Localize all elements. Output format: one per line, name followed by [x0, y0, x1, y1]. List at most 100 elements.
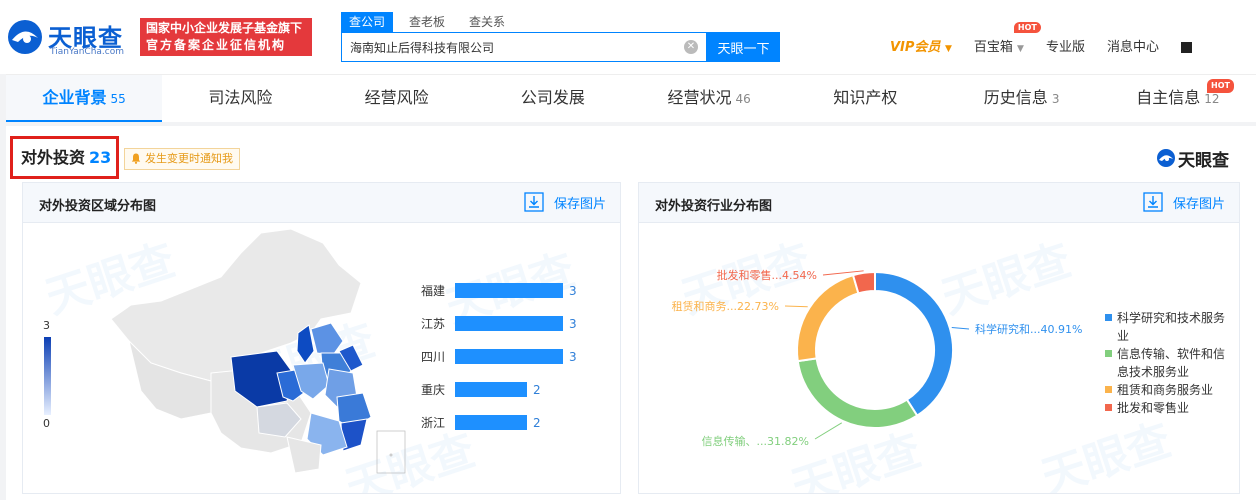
- legend-item-lease[interactable]: 租赁和商务服务业: [1105, 381, 1235, 399]
- region-bar: [455, 415, 527, 430]
- region-label: 福建: [421, 283, 445, 298]
- brand-text: 天眼查: [1178, 151, 1229, 171]
- company-tabs: 企业背景 55 司法风险 经营风险 公司发展 经营状况 46 知识产权 历史信息 3 …: [6, 74, 1256, 122]
- vip-label: VIP会员: [890, 40, 941, 55]
- legend-item-info[interactable]: 信息传输、软件和信息技术服务业: [1105, 345, 1235, 381]
- notify-button[interactable]: 发生变更时通知我: [124, 148, 240, 170]
- search-tab-relation[interactable]: 查关系: [461, 12, 513, 32]
- caret-down-icon: ▼: [944, 44, 952, 54]
- scale-min-label: 0: [43, 417, 50, 430]
- pro-version-link[interactable]: 专业版: [1046, 36, 1085, 55]
- legend-label: 信息传输、软件和信息技术服务业: [1117, 347, 1226, 379]
- top-header: 天眼查 TianYanCha.com 国家中小企业发展子基金旗下 官方备案企业征…: [0, 0, 1256, 74]
- donut-slice: [874, 270, 954, 418]
- investment-section: 对外投资 23 发生变更时通知我 天眼查 对外投资区域分布图 保存图片 天眼查 天…: [6, 126, 1256, 500]
- download-icon: [1143, 192, 1163, 212]
- legend-label: 租赁和商务服务业: [1117, 383, 1214, 397]
- legend-label: 批发和零售业: [1117, 401, 1190, 415]
- section-count: 23: [89, 148, 112, 167]
- region-value: 3: [569, 350, 577, 364]
- search-mode-tabs: 查公司 查老板 查关系: [341, 12, 521, 32]
- tab-label: 知识产权: [833, 88, 898, 107]
- tab-label: 司法风险: [208, 88, 273, 107]
- legend-swatch: [1105, 350, 1112, 357]
- search-tab-company[interactable]: 查公司: [341, 12, 394, 32]
- toolbox-menu[interactable]: 百宝箱 ▼ HOT: [974, 22, 1041, 55]
- save-image-label: 保存图片: [1172, 197, 1225, 212]
- tab-count: 3: [1051, 92, 1060, 106]
- tab-legal-risk[interactable]: 司法风险: [162, 75, 318, 122]
- tab-development[interactable]: 公司发展: [475, 75, 631, 122]
- region-value: 3: [569, 317, 577, 331]
- tab-count: 46: [735, 92, 751, 106]
- banner-line-2: 官方备案企业征信机构: [146, 38, 287, 52]
- message-center-link[interactable]: 消息中心: [1107, 36, 1159, 55]
- region-label: 浙江: [421, 416, 445, 430]
- region-value: 2: [533, 383, 541, 397]
- donut-label-leader: [951, 326, 970, 330]
- download-icon: [524, 192, 544, 212]
- search-input[interactable]: [342, 33, 682, 61]
- region-distribution-panel: 对外投资区域分布图 保存图片 天眼查 天眼查 天眼查 天眼查 3 0 福建 3 …: [22, 182, 621, 494]
- donut-slice-label: 信息传输、...31.82%: [702, 434, 809, 448]
- region-bar-chart: 福建 3 江苏 3 四川 3 重庆 2 浙江 2: [421, 283, 577, 430]
- legend-swatch: [1105, 314, 1112, 321]
- caret-down-icon: ▼: [1017, 44, 1024, 54]
- color-scale: [44, 337, 51, 415]
- search-button[interactable]: 天眼一下: [707, 32, 780, 62]
- legend-swatch: [1105, 386, 1112, 393]
- tab-label: 历史信息: [983, 88, 1048, 107]
- legend-item-retail[interactable]: 批发和零售业: [1105, 399, 1235, 417]
- user-avatar-icon[interactable]: [1181, 42, 1192, 53]
- tab-operations[interactable]: 经营状况 46: [631, 75, 787, 122]
- bell-icon: [131, 153, 141, 164]
- tianyancha-logo[interactable]: 天眼查 TianYanCha.com: [6, 16, 132, 60]
- tab-label: 经营状况: [667, 88, 732, 107]
- scale-max-label: 3: [43, 319, 50, 332]
- donut-slice-label: 租赁和商务...22.73%: [672, 299, 779, 313]
- vip-menu[interactable]: VIP会员 ▼: [890, 36, 952, 55]
- legend-item-science[interactable]: 科学研究和技术服务业: [1105, 309, 1235, 345]
- hot-badge: HOT: [1207, 79, 1234, 93]
- panel-header: 对外投资行业分布图 保存图片: [639, 183, 1239, 223]
- region-value: 3: [569, 284, 577, 298]
- notify-label: 发生变更时通知我: [145, 152, 233, 165]
- brand-eye-icon: [1157, 149, 1175, 167]
- search-tab-boss[interactable]: 查老板: [401, 12, 453, 32]
- clear-icon[interactable]: ✕: [684, 40, 698, 54]
- brand-mark: 天眼查: [1156, 146, 1240, 171]
- china-map[interactable]: [61, 223, 461, 493]
- region-bar: [455, 283, 563, 298]
- industry-distribution-panel: 对外投资行业分布图 保存图片 天眼查 天眼查 天眼查 天眼查 科学研究和...4…: [638, 182, 1240, 494]
- region-bar: [455, 349, 563, 364]
- industry-legend: 科学研究和技术服务业 信息传输、软件和信息技术服务业 租赁和商务服务业 批发和零…: [1105, 309, 1235, 417]
- logo-subtext: TianYanCha.com: [50, 47, 125, 57]
- save-image-button[interactable]: 保存图片: [1143, 192, 1225, 212]
- donut-label-leader: [814, 422, 843, 440]
- section-title-text: 对外投资: [21, 148, 86, 167]
- tab-business-risk[interactable]: 经营风险: [319, 75, 475, 122]
- legend-swatch: [1105, 404, 1112, 411]
- tab-ip[interactable]: 知识产权: [787, 75, 943, 122]
- region-bar: [455, 316, 563, 331]
- tab-self-info[interactable]: 自主信息 12 HOT: [1100, 75, 1256, 122]
- region-label: 江苏: [421, 317, 445, 331]
- donut-slice-label: 科学研究和...40.91%: [975, 322, 1082, 336]
- tab-count: 12: [1204, 92, 1220, 106]
- region-label: 四川: [421, 350, 445, 364]
- tab-background[interactable]: 企业背景 55: [6, 75, 163, 122]
- save-image-button[interactable]: 保存图片: [524, 192, 606, 212]
- tab-history[interactable]: 历史信息 3: [944, 75, 1100, 122]
- legend-label: 科学研究和技术服务业: [1117, 311, 1226, 343]
- hot-badge: HOT: [1013, 22, 1041, 33]
- panel-title: 对外投资区域分布图: [39, 199, 157, 214]
- donut-slice: [796, 273, 860, 363]
- tab-label: 公司发展: [520, 88, 585, 107]
- logo-eye-icon: [8, 20, 42, 54]
- panel-title: 对外投资行业分布图: [655, 199, 773, 214]
- save-image-label: 保存图片: [553, 197, 606, 212]
- section-title: 对外投资 23: [10, 136, 119, 179]
- tab-label: 自主信息: [1136, 88, 1201, 107]
- banner-line-1: 国家中小企业发展子基金旗下: [146, 21, 303, 35]
- sponsor-banner[interactable]: 国家中小企业发展子基金旗下 官方备案企业征信机构: [140, 18, 312, 56]
